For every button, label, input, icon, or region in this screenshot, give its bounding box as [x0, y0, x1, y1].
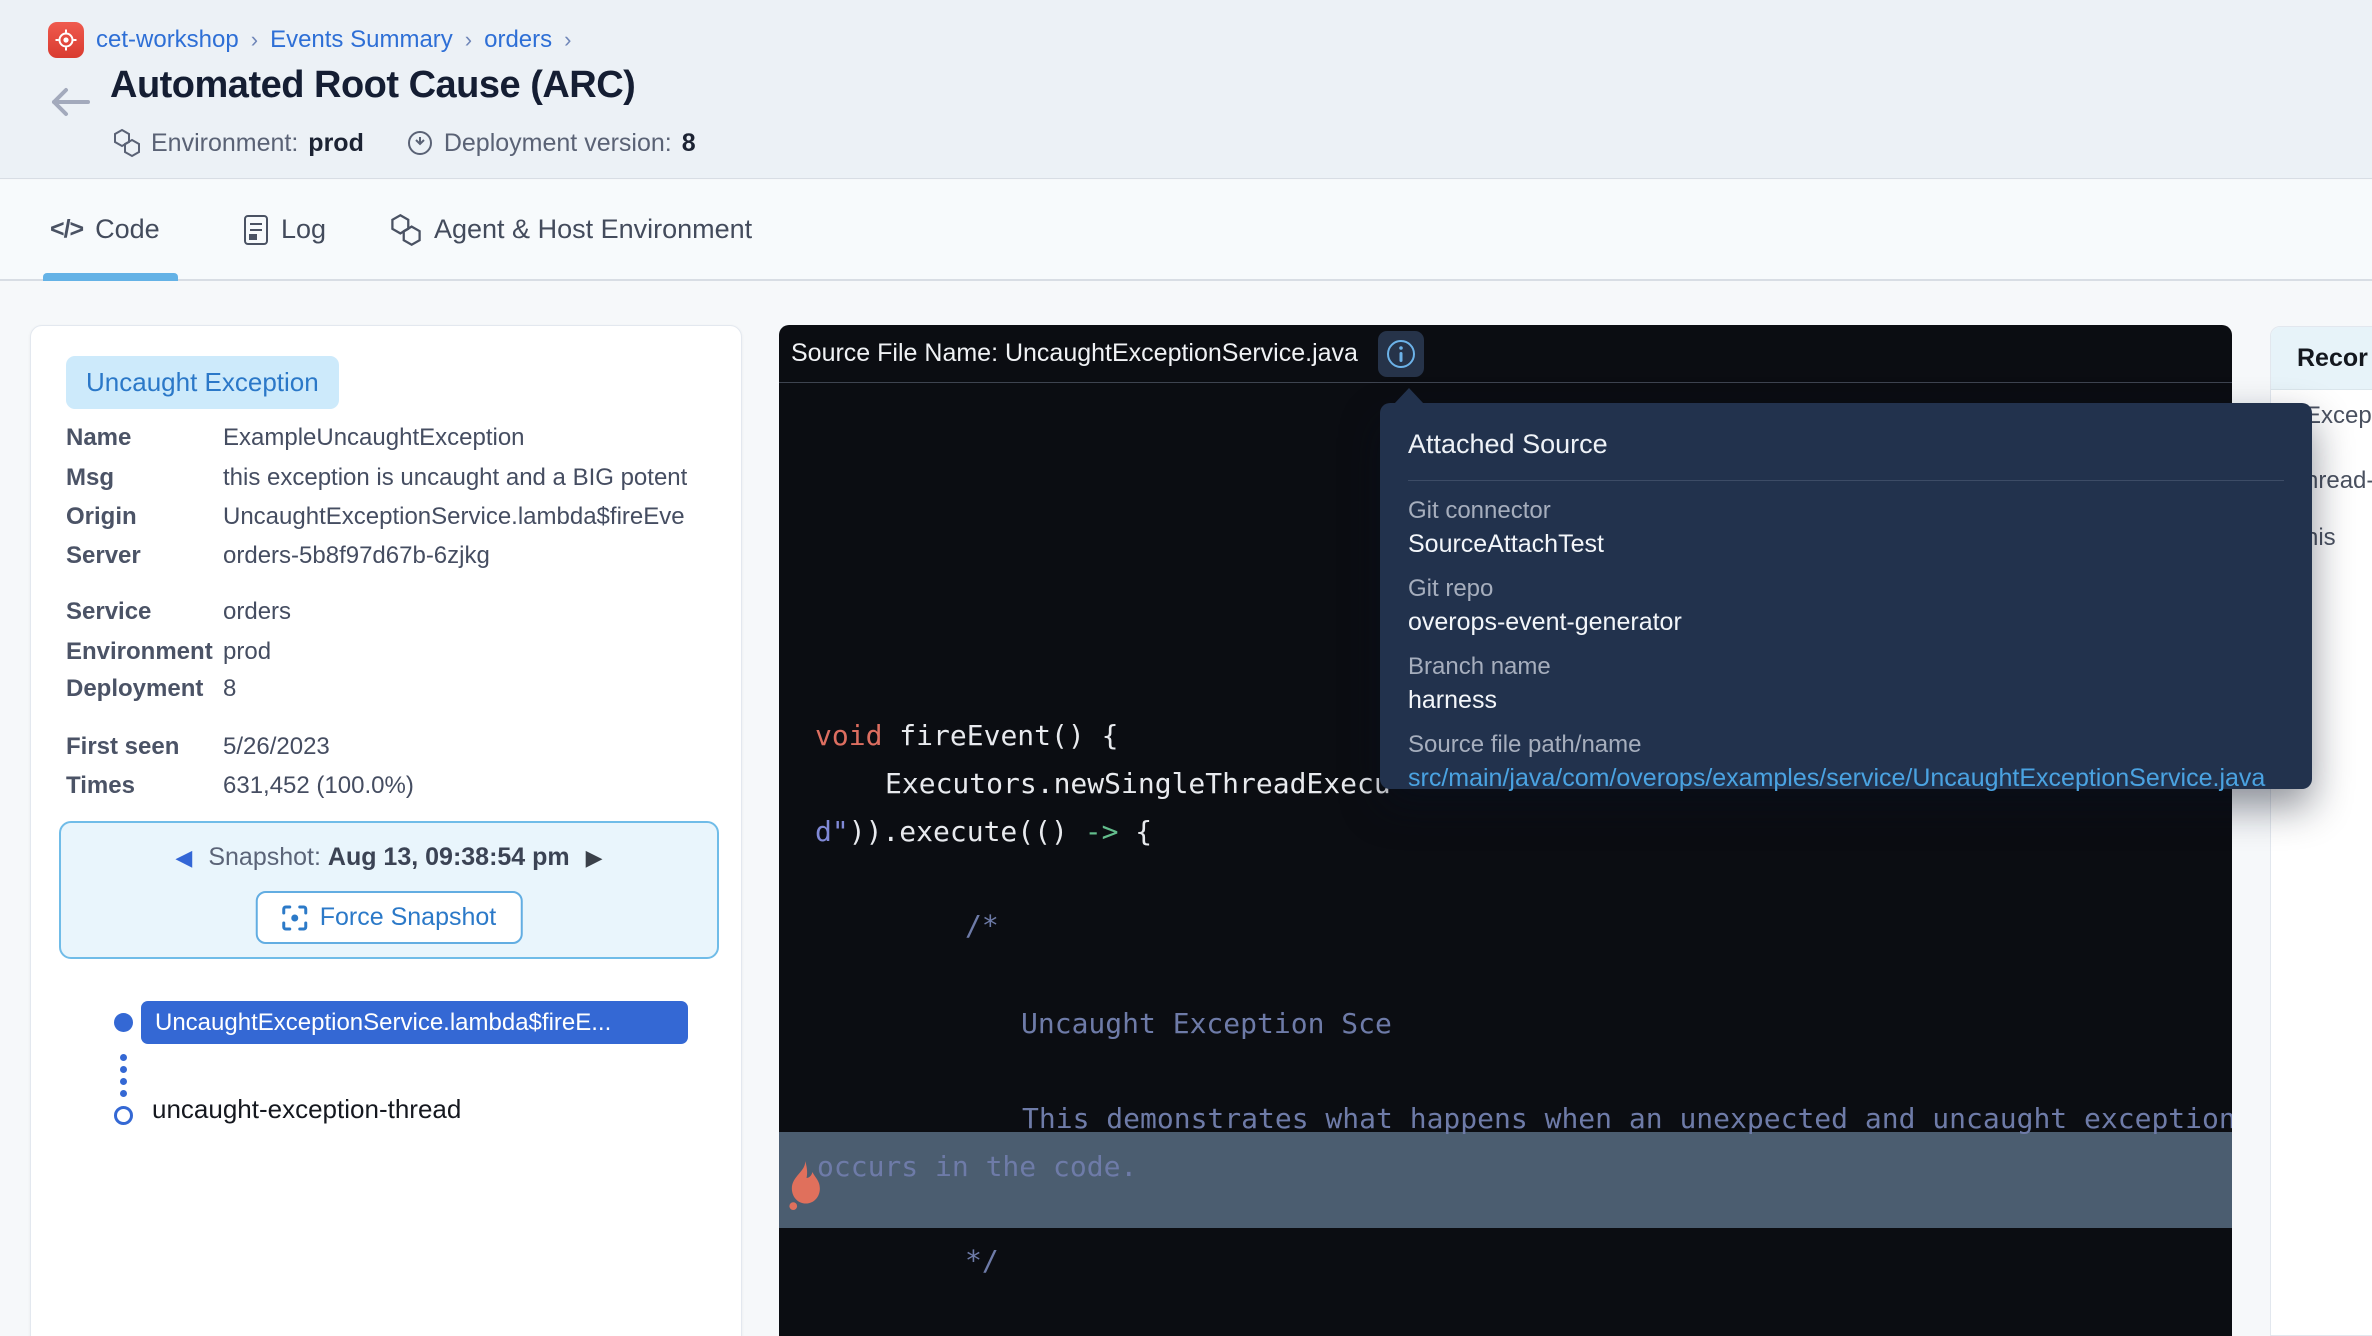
active-tab-underline: [43, 273, 178, 281]
snapshot-box: ◀ Snapshot: Aug 13, 09:38:54 pm ▶ Force …: [59, 821, 719, 959]
git-connector-value: SourceAttachTest: [1408, 530, 2284, 559]
source-file-path-label: Source file path/name: [1408, 731, 2284, 759]
right-panel-header: Recor: [2271, 327, 2372, 390]
source-file-name: Source File Name: UncaughtExceptionServi…: [791, 339, 1358, 368]
header-meta: Environment: prod Deployment version: 8: [113, 128, 696, 158]
force-snapshot-label: Force Snapshot: [320, 903, 497, 932]
tab-agent-label: Agent & Host Environment: [434, 214, 752, 245]
breadcrumb-link-events-summary[interactable]: Events Summary: [270, 26, 453, 54]
tab-agent-host-environment[interactable]: Agent & Host Environment: [390, 180, 752, 279]
code-line: /*: [965, 902, 999, 950]
code-line: */: [965, 1237, 999, 1285]
info-icon[interactable]: [1378, 331, 1424, 377]
code-line: Uncaught Exception Sce: [1021, 1000, 1392, 1048]
tab-code[interactable]: </> Code: [50, 180, 160, 279]
git-repo-value: overops-event-generator: [1408, 608, 2284, 637]
git-repo-label: Git repo: [1408, 575, 2284, 603]
code-line: This demonstrates what happens when an u…: [1022, 1095, 2232, 1143]
code-panel-header: Source File Name: UncaughtExceptionServi…: [779, 325, 2232, 383]
page-header: cet-workshop › Events Summary › orders ›…: [0, 0, 2372, 179]
field-msg: Msgthis exception is uncaught and a BIG …: [66, 464, 726, 492]
code-line: Executors.newSingleThreadExecu: [885, 760, 1391, 808]
tab-code-label: Code: [95, 214, 160, 245]
tooltip-divider: [1408, 480, 2284, 481]
force-snapshot-button[interactable]: Force Snapshot: [256, 891, 523, 944]
stack-connector-dot: [120, 1066, 127, 1073]
branch-name-value: harness: [1408, 686, 2284, 715]
field-deployment: Deployment8: [66, 675, 726, 703]
environment-meta: Environment: prod: [113, 128, 364, 158]
git-connector-label: Git connector: [1408, 497, 2284, 525]
flame-error-icon: [781, 1158, 823, 1214]
hexagons-icon: [113, 128, 141, 158]
code-line: void fireEvent() {: [815, 712, 1118, 760]
code-line: d")).execute(() -> {: [815, 808, 1152, 856]
event-type-badge[interactable]: Uncaught Exception: [66, 356, 339, 409]
field-server: Serverorders-5b8f97d67b-6zjkg: [66, 542, 726, 570]
stack-connector-dot: [120, 1090, 127, 1097]
deployment-value: 8: [682, 129, 696, 158]
tab-log[interactable]: Log: [243, 180, 326, 279]
capture-focus-icon: [282, 905, 308, 931]
tab-log-label: Log: [281, 214, 326, 245]
attached-source-tooltip: Attached Source Git connector SourceAtta…: [1380, 403, 2312, 789]
stack-thread-item[interactable]: uncaught-exception-thread: [152, 1094, 461, 1125]
stack-connector-dot: [120, 1078, 127, 1085]
stack-thread-circle-icon: [114, 1106, 133, 1125]
breadcrumb-link-workshop[interactable]: cet-workshop: [96, 26, 239, 54]
breadcrumb-separator: ›: [564, 27, 571, 53]
back-button[interactable]: [44, 82, 96, 122]
field-environment: Environmentprod: [66, 638, 726, 666]
code-brackets-icon: </>: [50, 215, 83, 244]
snapshot-prev-icon[interactable]: ◀: [175, 845, 192, 871]
stack-frame-selected[interactable]: UncaughtExceptionService.lambda$fireE...: [141, 1001, 688, 1044]
page-title: Automated Root Cause (ARC): [110, 64, 635, 107]
code-line: occurs in the code.: [817, 1143, 1137, 1191]
breadcrumb: cet-workshop › Events Summary › orders ›: [48, 22, 571, 58]
field-name: NameExampleUncaughtException: [66, 424, 726, 452]
arc-page: cet-workshop › Events Summary › orders ›…: [0, 0, 2372, 1336]
snapshot-label: Snapshot: Aug 13, 09:38:54 pm: [208, 843, 569, 872]
snapshot-row: ◀ Snapshot: Aug 13, 09:38:54 pm ▶: [61, 843, 717, 872]
field-first-seen: First seen5/26/2023: [66, 733, 726, 761]
stack-frame-dot-icon: [114, 1013, 133, 1032]
event-details-card: Uncaught Exception NameExampleUncaughtEx…: [30, 325, 742, 1336]
right-panel-item[interactable]: hread-: [2305, 467, 2372, 495]
field-service: Serviceorders: [66, 598, 726, 626]
log-document-icon: [243, 214, 269, 246]
stack-connector-dot: [120, 1054, 127, 1061]
tooltip-title: Attached Source: [1408, 429, 2284, 460]
snapshot-next-icon[interactable]: ▶: [586, 845, 603, 871]
breadcrumb-separator: ›: [251, 27, 258, 53]
field-origin: OriginUncaughtExceptionService.lambda$fi…: [66, 503, 726, 531]
deployment-meta: Deployment version: 8: [406, 129, 696, 158]
snapshot-datetime: Aug 13, 09:38:54 pm: [328, 843, 570, 871]
branch-name-label: Branch name: [1408, 653, 2284, 681]
source-file-path-link[interactable]: src/main/java/com/overops/examples/servi…: [1408, 764, 2284, 793]
tab-bar: </> Code Log Agent & Host Environment Se…: [0, 180, 2372, 281]
right-panel-item[interactable]: Excepti: [2305, 402, 2372, 430]
environment-label: Environment:: [151, 129, 298, 158]
app-logo-icon[interactable]: [48, 22, 84, 58]
deploy-circle-arrow-icon: [406, 129, 434, 157]
environment-value: prod: [308, 129, 364, 158]
breadcrumb-separator: ›: [465, 27, 472, 53]
field-times: Times631,452 (100.0%): [66, 772, 726, 800]
agent-hexagons-icon: [390, 213, 422, 247]
deployment-label: Deployment version:: [444, 129, 672, 158]
breadcrumb-link-orders[interactable]: orders: [484, 26, 552, 54]
